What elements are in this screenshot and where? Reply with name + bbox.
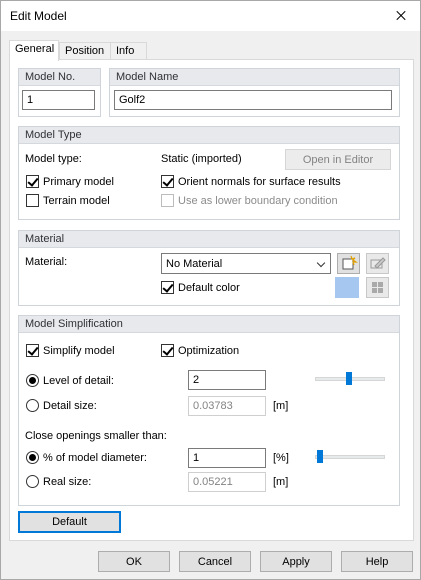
model-type-label: Model type: <box>25 153 82 165</box>
cancel-button[interactable]: Cancel <box>179 551 251 572</box>
orient-normals-label: Orient normals for surface results <box>178 176 341 188</box>
pct-diameter-unit: [%] <box>273 452 289 464</box>
material-header: Material <box>19 231 399 248</box>
model-name-input[interactable]: Golf2 <box>114 90 392 110</box>
lower-boundary-checkbox[interactable] <box>161 194 174 207</box>
pct-diameter-input[interactable]: 1 <box>188 448 266 468</box>
edit-model-dialog: Edit Model General Position Info Model N… <box>0 0 421 580</box>
pct-diameter-slider-thumb[interactable] <box>317 450 323 463</box>
terrain-model-label: Terrain model <box>43 195 110 207</box>
real-size-label: Real size: <box>43 476 92 488</box>
model-no-input[interactable]: 1 <box>22 90 95 110</box>
default-color-checkbox[interactable] <box>161 281 174 294</box>
optimization-checkbox[interactable] <box>161 344 174 357</box>
apply-button[interactable]: Apply <box>260 551 332 572</box>
model-type-header: Model Type <box>19 127 399 144</box>
close-openings-label: Close openings smaller than: <box>25 430 167 442</box>
primary-model-checkbox[interactable] <box>26 175 39 188</box>
detail-size-label: Detail size: <box>43 400 97 412</box>
simplify-model-label: Simplify model <box>43 345 115 357</box>
optimization-label: Optimization <box>178 345 240 357</box>
material-select[interactable]: No Material <box>161 253 331 274</box>
tab-info[interactable]: Info <box>110 42 147 60</box>
default-button[interactable]: Default <box>18 511 121 533</box>
texture-button[interactable] <box>366 277 389 298</box>
color-swatch[interactable] <box>335 277 359 298</box>
default-color-label: Default color <box>178 282 240 294</box>
model-name-header: Model Name <box>110 69 399 86</box>
grid-icon <box>372 282 383 293</box>
terrain-model-checkbox[interactable] <box>26 194 39 207</box>
simplification-header: Model Simplification <box>19 316 399 333</box>
pct-diameter-radio[interactable] <box>26 451 39 464</box>
real-size-unit: [m] <box>273 476 289 488</box>
level-of-detail-radio[interactable] <box>26 374 39 387</box>
tab-general[interactable]: General <box>9 40 59 61</box>
detail-size-input[interactable]: 0.03783 <box>188 396 266 416</box>
open-in-editor-button[interactable]: Open in Editor <box>285 149 391 170</box>
help-button[interactable]: Help <box>341 551 413 572</box>
dialog-title: Edit Model <box>10 9 67 23</box>
material-selected-value: No Material <box>166 258 223 270</box>
edit-material-icon <box>370 257 386 269</box>
real-size-input[interactable]: 0.05221 <box>188 472 266 492</box>
chevron-down-icon <box>316 258 326 268</box>
close-icon[interactable] <box>388 3 414 29</box>
title-bar: Edit Model <box>1 1 420 31</box>
ok-button[interactable]: OK <box>98 551 170 572</box>
tab-position[interactable]: Position <box>59 42 111 60</box>
primary-model-label: Primary model <box>43 176 114 188</box>
level-of-detail-input[interactable]: 2 <box>188 370 266 390</box>
detail-size-unit: [m] <box>273 400 289 412</box>
model-no-header: Model No. <box>19 69 100 86</box>
simplify-model-checkbox[interactable] <box>26 344 39 357</box>
detail-size-radio[interactable] <box>26 399 39 412</box>
pct-diameter-slider-track[interactable] <box>315 455 385 459</box>
level-of-detail-slider-thumb[interactable] <box>346 372 352 385</box>
lower-boundary-label: Use as lower boundary condition <box>178 195 338 207</box>
level-of-detail-label: Level of detail: <box>43 375 114 387</box>
orient-normals-checkbox[interactable] <box>161 175 174 188</box>
model-type-value: Static (imported) <box>161 153 242 165</box>
real-size-radio[interactable] <box>26 475 39 488</box>
new-material-icon <box>342 255 358 270</box>
pct-diameter-label: % of model diameter: <box>43 452 147 464</box>
edit-material-button[interactable] <box>366 253 389 274</box>
new-material-button[interactable] <box>337 253 360 274</box>
material-label: Material: <box>25 256 68 268</box>
